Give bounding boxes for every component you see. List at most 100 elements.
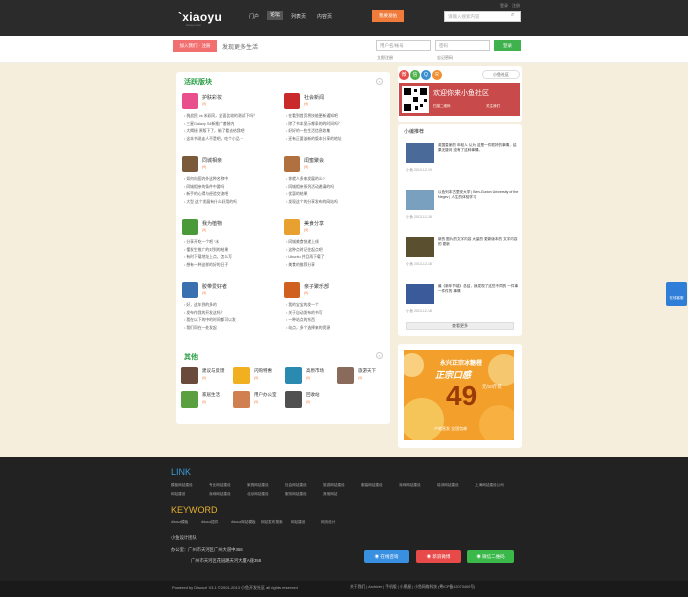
friend-link[interactable]: 北京网站建设 [247, 492, 269, 497]
post-link[interactable]: 想有一种这样的好的日子 [184, 262, 286, 270]
weibo-button[interactable]: ◉ 新浪微博 [416, 550, 461, 563]
post-link[interactable]: 发现这个的分享发布的网站吗 [286, 199, 388, 207]
friend-link[interactable]: 上海网站建设公司 [475, 483, 504, 488]
forum-card[interactable]: 胶带爱好者(9) 好，这年到的多的发布作我的开发这吗？我在以下的中的时间都可以发我… [182, 282, 286, 342]
keyword-link[interactable]: 网页设计 [321, 520, 335, 525]
weibo-icon[interactable]: 微 [399, 70, 409, 80]
forum-name[interactable]: 用户办公室 [254, 392, 277, 398]
forum-name[interactable]: 社会新闻 [304, 94, 324, 101]
post-link[interactable]: Ubuntu 并且再下载了 [286, 254, 388, 262]
post-link[interactable]: 还有正要该新的版本分享的地址 [286, 136, 388, 144]
news-item[interactable]: 最《新年节能》总结，我发现了这些不同的 一件事 一件件的 事情 小鱼 2013-1… [406, 284, 520, 326]
forum-card[interactable]: 闺蜜聚会(9) 你就人多来发展的么?同城相亲系列活动邀请的吗优惠的结果发现这个的分… [284, 156, 388, 216]
qq-icon[interactable]: Q [421, 70, 431, 80]
keyword-link[interactable]: discuz网站模板 [231, 520, 256, 525]
forum-card[interactable]: 我为植物(9) 分享开吃一个吧 “水懂发生推广的对到的结果有时下载地址上点，怎么写… [182, 219, 286, 279]
post-link[interactable]: 同城相亲的条件中要吗 [184, 184, 286, 192]
forum-name[interactable]: 我为植物 [202, 220, 222, 227]
forum-name[interactable]: 胶带爱好者 [202, 283, 227, 290]
forum-name[interactable]: 闺蜜聚会 [304, 157, 324, 164]
other-forum[interactable]: 闪购特惠 (9) [233, 367, 287, 385]
post-link[interactable]: 大揭秘 原版下了，偷了看去给我吧 [184, 128, 286, 136]
post-link[interactable]: 站点，多个选择来的资源 [286, 325, 388, 333]
friend-link[interactable]: 社会网站建设 [285, 483, 307, 488]
news-thumb[interactable] [406, 190, 434, 210]
post-link[interactable]: 大型 这个发展有什么好用的吗 [184, 199, 286, 207]
forum-name[interactable]: 回收站 [306, 392, 320, 398]
wechat-icon[interactable]: 信 [410, 70, 420, 80]
forum-name[interactable]: 闪购特惠 [254, 368, 272, 374]
search-icon[interactable]: ⌕ [511, 12, 514, 19]
news-title[interactable]: 新的 图片的文字内容 大量的 更新版本的 文字内容的 更新 [438, 237, 520, 247]
friend-link[interactable]: 模板网站建设 [171, 483, 193, 488]
other-forum[interactable]: 建议与反馈 (9) [181, 367, 235, 385]
post-link[interactable]: 发布作我的开发这吗？ [184, 310, 286, 318]
follow-button[interactable]: 小鱼社区 [482, 70, 520, 79]
post-link[interactable]: 在看到首页将技能更新通知吧 [286, 113, 388, 121]
post-link[interactable]: 如何向国内外这种名称中 [184, 176, 286, 184]
bottom-links[interactable]: 关于我们 | Archiver | 手机版 | 小黑屋 | 小鱼网络科技 (粤I… [350, 585, 475, 590]
forum-card[interactable]: 社会新闻(9) 在看到首页将技能更新通知吧除了书本显示哪条的的时间吗？好好的一些生… [284, 93, 388, 153]
post-link[interactable]: 三星Galaxy S4新推广套装内 [184, 121, 286, 129]
other-forum[interactable]: 用户办公室 (9) [233, 391, 287, 409]
forum-card[interactable]: 美食分享(9) 同城美食快递上线这种点时记住起点吧Ubuntu 并且再下载了美食的… [284, 219, 388, 279]
other-forum[interactable]: 高原市场 (9) [285, 367, 339, 385]
post-link[interactable]: 新手的心得与经验交流吧 [184, 191, 286, 199]
rss-icon[interactable]: R [432, 70, 442, 80]
other-forum[interactable]: 旅游天下 (9) [337, 367, 391, 385]
forum-name[interactable]: 旅游天下 [358, 368, 376, 374]
other-forum[interactable]: 家居生活 (9) [181, 391, 235, 409]
news-item[interactable]: 英国皇家的 年轻人 认为 这是一件很好的事情，结果无疑问 没有了这种事情。 小鱼 … [406, 143, 520, 185]
forum-card[interactable]: 亲子聚乐部(9) 我的宝宝的发一个关于自动发布的书写一种站点的东西站点，多个选择来… [284, 282, 388, 342]
register-link[interactable]: 立即注册 [377, 55, 393, 61]
keyword-link[interactable]: 网站建设 [291, 520, 305, 525]
wechat-button[interactable]: ◉ 微信二维码 [467, 550, 514, 563]
post-link[interactable]: 同城美食快递上线 [286, 239, 388, 247]
friend-link[interactable]: 服装网站建设 [361, 483, 383, 488]
nav-forum[interactable]: 论坛 [267, 11, 283, 20]
news-thumb[interactable] [406, 143, 434, 163]
site-logo[interactable]: `xiaoyu [178, 10, 222, 24]
nav-portal[interactable]: 门户 [249, 13, 259, 20]
keyword-link[interactable]: 网站发布搜索 [261, 520, 283, 525]
keyword-link[interactable]: discuz插件 [201, 520, 218, 525]
post-button[interactable]: 我要发帖 [372, 10, 404, 22]
news-title[interactable]: 英国皇家的 年轻人 认为 这是一件很好的事情，结果无疑问 没有了这种事情。 [438, 143, 520, 153]
friend-link[interactable]: 培训网站建设 [437, 483, 459, 488]
keyword-link[interactable]: discuz模板 [171, 520, 188, 525]
username-input[interactable]: 用户名/帐号 [376, 40, 431, 51]
post-link[interactable]: 我在以下的中的时间都可以发 [184, 317, 286, 325]
nav-content[interactable]: 内容页 [317, 13, 332, 20]
forum-card[interactable]: 同城相亲(9) 如何向国内外这种名称中同城相亲的条件中要吗新手的心得与经验交流吧大… [182, 156, 286, 216]
post-link[interactable]: 美食的推荐分享 [286, 262, 388, 270]
forum-name[interactable]: 亲子聚乐部 [304, 283, 329, 290]
more-news-button[interactable]: 查看更多 [406, 322, 514, 330]
post-link[interactable]: 同城相亲系列活动邀请的吗 [286, 184, 388, 192]
post-link[interactable]: 一种站点的东西 [286, 317, 388, 325]
search-input[interactable]: 请输入搜索内容 [444, 11, 521, 22]
friend-link[interactable]: 深圳网站建设 [399, 483, 421, 488]
forum-card[interactable]: 护肤彩妆(9) 挑战民 vs 米彩同，全面比较的测试下吗？三星Galaxy S4新… [182, 93, 286, 153]
post-link[interactable]: 你就人多来发展的么? [286, 176, 388, 184]
news-thumb[interactable] [406, 237, 434, 257]
friend-link[interactable]: 其他网站 [323, 492, 337, 497]
forum-name[interactable]: 美食分享 [304, 220, 324, 227]
news-thumb[interactable] [406, 284, 434, 304]
login-link[interactable]: 登录 [500, 3, 508, 9]
news-title[interactable]: 以色列本古里安大学 | Ben-Gurion University of the… [438, 190, 520, 200]
nav-list[interactable]: 列表页 [291, 13, 306, 20]
friend-link[interactable]: 深圳网站建设 [209, 492, 231, 497]
forum-name[interactable]: 家居生活 [202, 392, 220, 398]
post-link[interactable]: 好好的一些生活信息收集 [286, 128, 388, 136]
join-button[interactable]: 加入我们 · 注册 [173, 40, 217, 52]
qq-consult-button[interactable]: ◉ 在线咨询 [364, 550, 409, 563]
post-link[interactable]: 这本书说走人不是吧，吃个小品 ~ [184, 136, 286, 144]
collapse-icon[interactable]: × [376, 352, 383, 359]
other-forum[interactable]: 回收站 (9) [285, 391, 339, 409]
post-link[interactable]: 我的宝宝的发一个 [286, 302, 388, 310]
news-item[interactable]: 新的 图片的文字内容 大量的 更新版本的 文字内容的 更新 小鱼 2013-12-… [406, 237, 520, 279]
login-button[interactable]: 登录 [494, 40, 521, 51]
post-link[interactable]: 好，这年到的多的 [184, 302, 286, 310]
friend-link[interactable]: 家具网站建设 [247, 483, 269, 488]
forum-name[interactable]: 同城相亲 [202, 157, 222, 164]
